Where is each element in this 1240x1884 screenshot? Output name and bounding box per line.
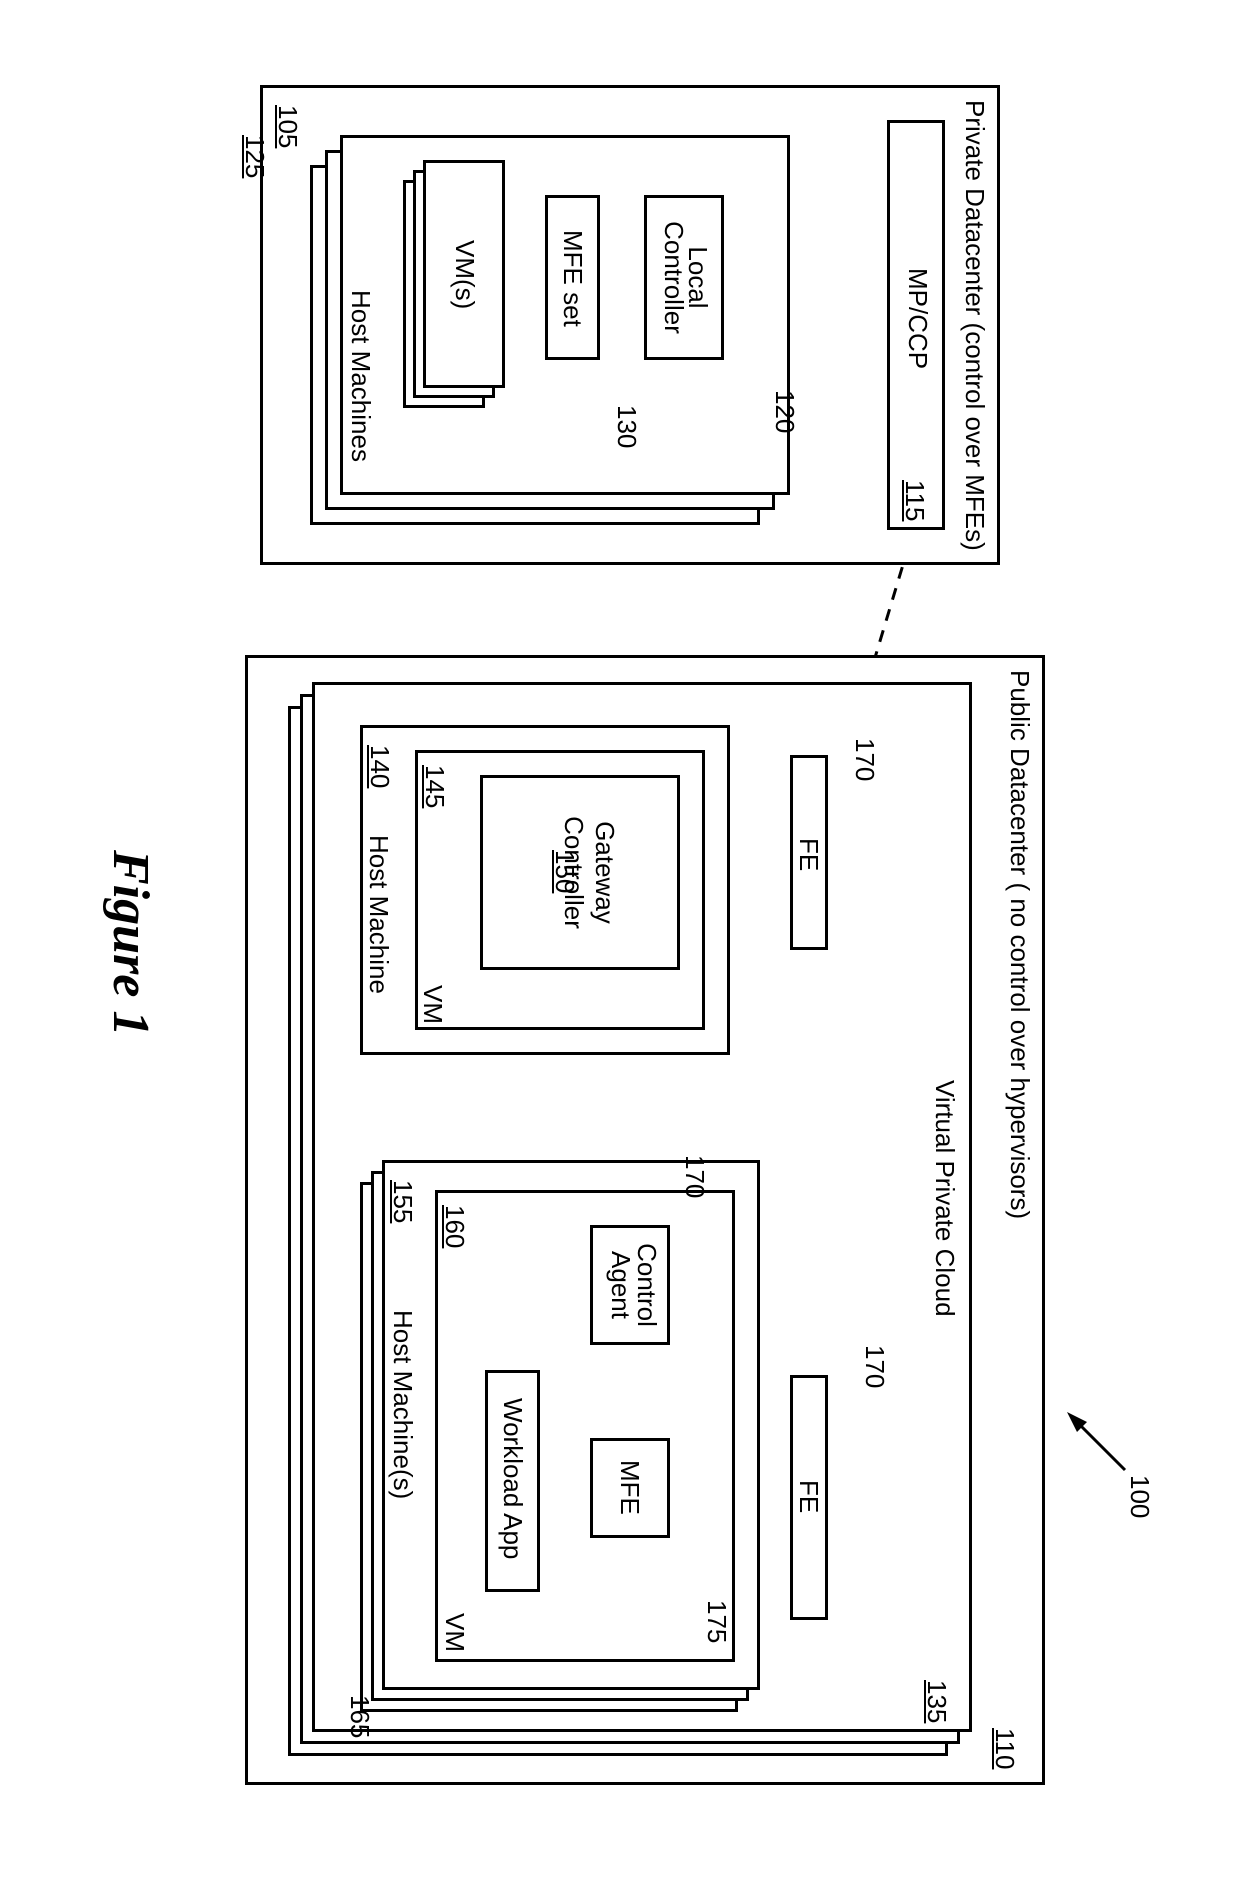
- control-agent-label: ControlAgent: [608, 1225, 660, 1345]
- vm-left-label: VM: [417, 985, 448, 1024]
- ref-120: 120: [769, 390, 800, 433]
- vms-label: VM(s): [449, 240, 480, 309]
- mfe-set-label: MFE set: [557, 230, 588, 327]
- workload-label: Workload App: [497, 1398, 528, 1559]
- mpccp-label: MP/CCP: [902, 268, 933, 369]
- fe-left-ref: 170: [849, 738, 880, 781]
- host-right-label: Host Machine(s): [387, 1310, 418, 1499]
- ref-135: 135: [921, 1680, 952, 1723]
- host-machines-label: Host Machines: [345, 290, 376, 462]
- diagram-root: 100 Private Datacenter (control over MFE…: [0, 0, 1240, 1884]
- ref-165: 165: [344, 1695, 375, 1738]
- fe-right-label: FE: [793, 1480, 824, 1513]
- ref-130: 130: [611, 405, 642, 448]
- ref-115: 115: [899, 480, 930, 521]
- vm-right-box: [435, 1190, 735, 1662]
- ref-155: 155: [387, 1180, 418, 1223]
- public-dc-title: Public Datacenter ( no control over hype…: [1004, 670, 1035, 1219]
- ref-125: 125: [239, 135, 270, 178]
- vpc-label: Virtual Private Cloud: [929, 1080, 960, 1317]
- figure-caption: Figure 1: [101, 850, 160, 1036]
- fe-left-label: FE: [793, 838, 824, 871]
- fe-right-ref: 170: [859, 1345, 890, 1388]
- ref-110: 110: [989, 1728, 1020, 1769]
- ref-140: 140: [364, 745, 395, 788]
- mfe-label: MFE: [614, 1460, 645, 1515]
- local-controller-label: Local Controller: [662, 200, 710, 355]
- ref-100: 100: [1124, 1475, 1155, 1518]
- host-left-label: Host Machine: [363, 835, 394, 994]
- private-dc-title: Private Datacenter (control over MFEs): [959, 100, 990, 551]
- ref-150: 150: [549, 850, 580, 893]
- control-agent-ref: 170: [679, 1155, 710, 1198]
- ref-145: 145: [419, 765, 450, 808]
- ref-175: 175: [701, 1600, 732, 1643]
- ref-105: 105: [272, 105, 303, 148]
- ref-160: 160: [439, 1205, 470, 1248]
- vm-right-label: VM: [439, 1613, 470, 1652]
